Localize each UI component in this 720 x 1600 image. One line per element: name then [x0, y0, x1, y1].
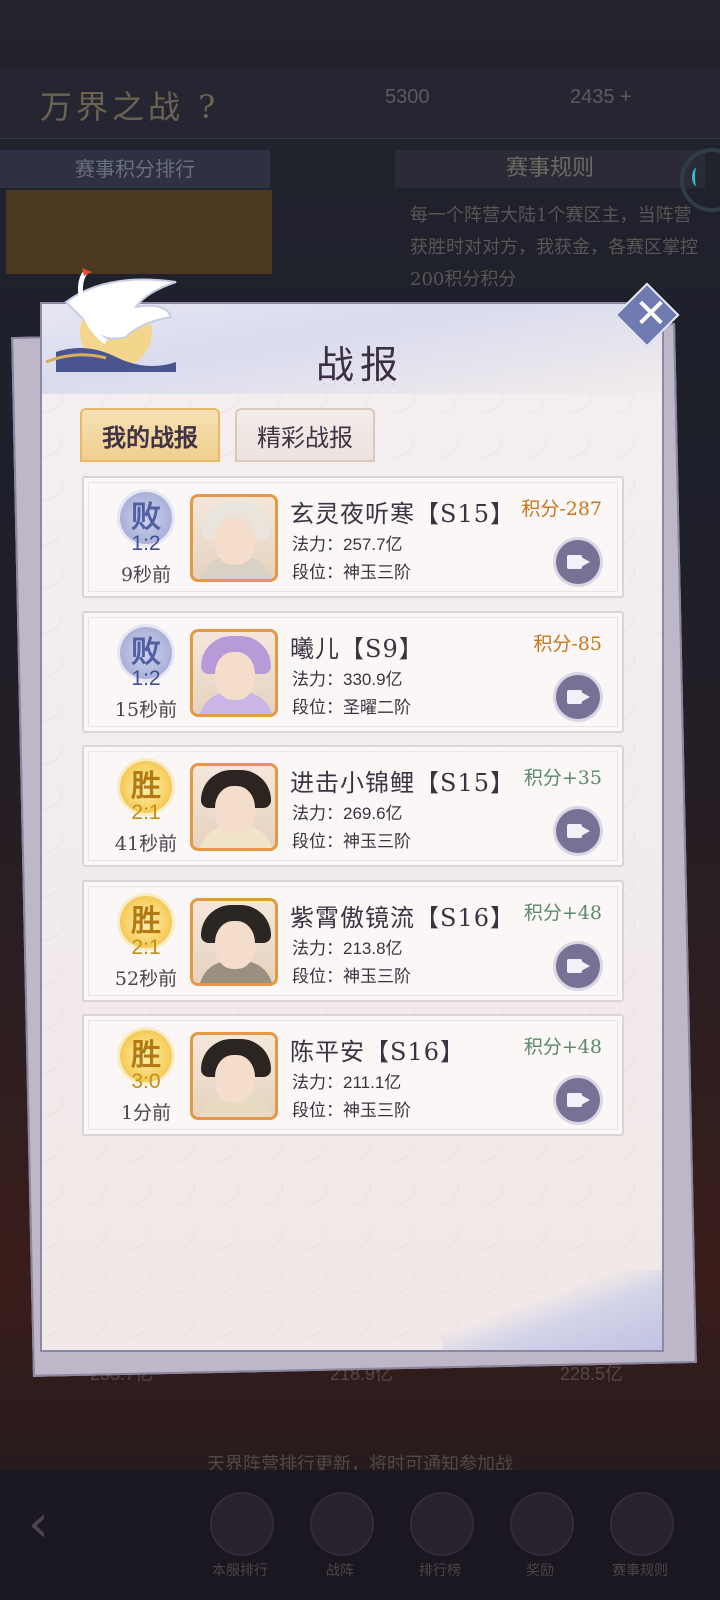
battle-record-row[interactable]: 胜 2:1 52秒前 紫霄傲镜流【S16】 法力：213.8亿 段位：神玉三阶 积分+48	[82, 880, 624, 1002]
battle-record-row[interactable]: 胜 2:1 41秒前 进击小锦鲤【S15】 法力：269.6亿 段位：神玉三阶 积分+35	[82, 745, 624, 867]
avatar-face	[215, 786, 255, 834]
close-icon[interactable]: ✕	[631, 289, 671, 339]
rank-label: 段位：	[292, 1101, 343, 1121]
power-value: 257.7亿	[343, 535, 403, 554]
nav-label-5: 赛事规则	[612, 1563, 668, 1579]
nav-label-3: 排行榜	[419, 1563, 461, 1579]
points-change: 积分+48	[523, 902, 602, 924]
video-replay-button[interactable]	[556, 809, 600, 853]
background-bottom-nav: ‹ 本服排行 战阵 排行榜 奖励 赛事规则	[0, 1470, 720, 1600]
nav-icon-5	[610, 1492, 674, 1556]
power-label: 法力：	[292, 939, 343, 959]
nav-icon-4	[510, 1492, 574, 1556]
avatar-face	[215, 921, 255, 969]
rank-value: 圣曜二阶	[343, 698, 411, 718]
opponent-avatar[interactable]	[190, 1032, 278, 1120]
power-value: 213.8亿	[343, 939, 403, 958]
video-replay-icon	[567, 555, 582, 569]
video-replay-button[interactable]	[556, 1078, 600, 1122]
rank-value: 神玉三阶	[343, 563, 411, 583]
rank-value: 神玉三阶	[343, 1101, 411, 1121]
avatar-face	[215, 652, 255, 700]
match-score: 1:2	[131, 532, 161, 555]
rank-label: 段位：	[292, 563, 343, 583]
battle-record-row[interactable]: 败 1:2 9秒前 玄灵夜听寒【S15】 法力：257.7亿 段位：神玉三阶 积分-287	[82, 476, 624, 598]
points-change: 积分+35	[523, 767, 602, 789]
opponent-rank: 段位：圣曜二阶	[292, 693, 411, 718]
opponent-name: 玄灵夜听寒【S15】	[290, 500, 515, 528]
power-label: 法力：	[292, 535, 343, 555]
opponent-rank: 段位：神玉三阶	[292, 962, 411, 987]
battle-record-row[interactable]: 败 1:2 15秒前 曦儿【S9】 法力：330.9亿 段位：圣曜二阶 积分-85	[82, 611, 624, 733]
rank-value: 神玉三阶	[343, 832, 411, 852]
video-replay-icon	[567, 1093, 582, 1107]
power-label: 法力：	[292, 804, 343, 824]
power-value: 269.6亿	[343, 804, 403, 823]
match-score: 1:2	[131, 667, 161, 690]
opponent-name: 陈平安【S16】	[290, 1038, 465, 1066]
opponent-rank: 段位：神玉三阶	[292, 1096, 411, 1121]
points-change: 积分+48	[523, 1036, 602, 1058]
rank-label: 段位：	[292, 698, 343, 718]
opponent-name: 进击小锦鲤【S15】	[290, 769, 515, 797]
video-replay-icon	[567, 690, 582, 704]
power-label: 法力：	[292, 1073, 343, 1093]
background-left-header: 赛事积分排行	[0, 150, 270, 188]
points-change: 积分-85	[533, 633, 602, 655]
opponent-avatar[interactable]	[190, 629, 278, 717]
panel-corner-decoration	[442, 1270, 662, 1350]
avatar-face	[215, 1055, 255, 1103]
tab-my-reports[interactable]: 我的战报	[80, 408, 220, 462]
video-replay-button[interactable]	[556, 944, 600, 988]
battle-record-row[interactable]: 胜 3:0 1分前 陈平安【S16】 法力：211.1亿 段位：神玉三阶 积分+48	[82, 1014, 624, 1136]
back-arrow-icon: ‹	[28, 1494, 49, 1554]
opponent-power: 法力：213.8亿	[292, 934, 403, 959]
opponent-avatar[interactable]	[190, 898, 278, 986]
power-value: 330.9亿	[343, 670, 403, 689]
time-ago: 52秒前	[114, 968, 178, 990]
points-change: 积分-287	[521, 498, 602, 520]
opponent-rank: 段位：神玉三阶	[292, 558, 411, 583]
opponent-power: 法力：257.7亿	[292, 530, 403, 555]
rank-label: 段位：	[292, 832, 343, 852]
video-replay-button[interactable]	[556, 540, 600, 584]
rank-label: 段位：	[292, 967, 343, 987]
opponent-avatar[interactable]	[190, 494, 278, 582]
nav-icon-3	[410, 1492, 474, 1556]
nav-icon-1	[210, 1492, 274, 1556]
power-value: 211.1亿	[343, 1073, 402, 1092]
video-replay-icon	[567, 824, 582, 838]
video-replay-icon	[567, 959, 582, 973]
nav-icon-2	[310, 1492, 374, 1556]
opponent-avatar[interactable]	[190, 763, 278, 851]
nav-label-1: 本服排行	[212, 1563, 268, 1579]
opponent-name: 紫霄傲镜流【S16】	[290, 904, 515, 932]
opponent-rank: 段位：神玉三阶	[292, 827, 411, 852]
title-decoration: · · · · · · · ·	[323, 380, 397, 390]
rank-value: 神玉三阶	[343, 967, 411, 987]
opponent-power: 法力：211.1亿	[292, 1068, 401, 1093]
match-score: 3:0	[131, 1070, 161, 1093]
time-ago: 1分前	[120, 1102, 172, 1124]
opponent-name: 曦儿【S9】	[290, 635, 424, 663]
background-rules-text: 每一个阵营大陆1个赛区主，当阵营获胜时对对方，我获金，各赛区掌控200积分积分	[410, 205, 698, 290]
background-right-header: 赛事规则	[395, 150, 705, 188]
time-ago: 9秒前	[120, 564, 172, 586]
match-score: 2:1	[131, 801, 161, 824]
power-label: 法力：	[292, 670, 343, 690]
match-score: 2:1	[131, 936, 161, 959]
nav-label-2: 战阵	[326, 1563, 354, 1579]
opponent-power: 法力：330.9亿	[292, 665, 403, 690]
time-ago: 41秒前	[114, 833, 178, 855]
nav-label-4: 奖励	[526, 1563, 554, 1579]
opponent-power: 法力：269.6亿	[292, 799, 403, 824]
video-replay-button[interactable]	[556, 675, 600, 719]
background-resource-1: 5300	[385, 86, 430, 108]
background-game-title: 万界之战 ?	[40, 88, 220, 126]
background-resource-2: 2435 +	[570, 86, 632, 108]
avatar-face	[215, 517, 255, 565]
tab-highlight-reports[interactable]: 精彩战报	[235, 408, 375, 462]
time-ago: 15秒前	[114, 699, 178, 721]
